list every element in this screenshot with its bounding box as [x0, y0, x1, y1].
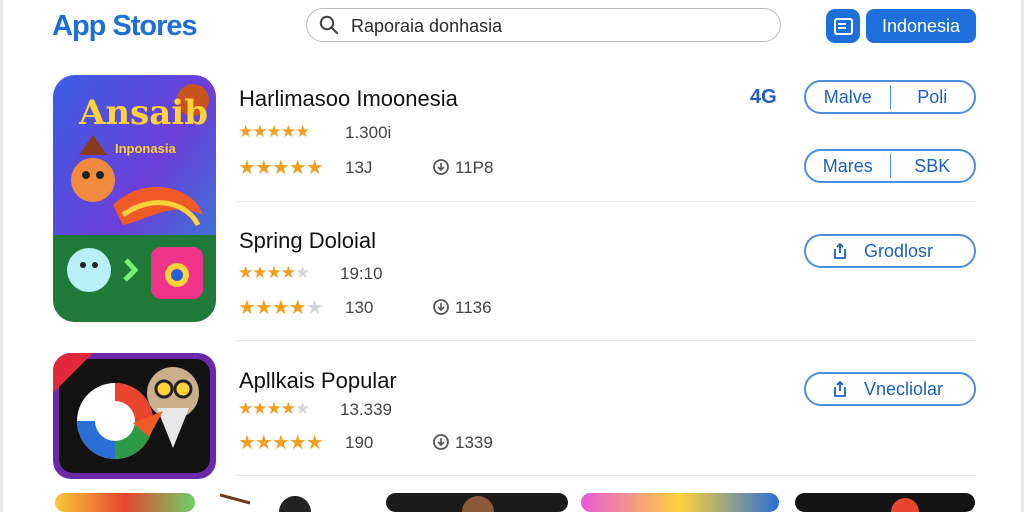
install-button[interactable]: Grodlosr [804, 234, 976, 268]
action-left[interactable]: Mares [806, 156, 890, 177]
install-button[interactable]: Vnecliolar [804, 372, 976, 406]
app-title[interactable]: Apllkais Popular [239, 368, 397, 394]
share-icon [834, 380, 846, 397]
featured-app-icon[interactable]: Ansaib Inponasia [53, 75, 216, 322]
rating-stars: ★★★★★ [238, 399, 310, 418]
rating-stars: ★★★★★ [238, 263, 310, 282]
wallet-button[interactable] [826, 9, 860, 43]
rating-stars: ★★★★★ [238, 432, 324, 454]
row-divider [236, 201, 976, 202]
app-title[interactable]: Spring Doloial [239, 228, 376, 254]
review-count: 190 [345, 433, 374, 452]
search-icon [319, 15, 339, 35]
row-divider [236, 475, 976, 476]
review-count: 13J [345, 158, 373, 177]
featured-icon-subtitle: Inponasia [115, 141, 176, 156]
network-badge: 4G [750, 86, 777, 108]
region-button[interactable]: Indonesia [866, 9, 976, 43]
split-action-button[interactable]: Mares SBK [804, 149, 976, 183]
app-tile[interactable] [219, 493, 330, 517]
install-label: Grodlosr [864, 240, 934, 261]
app-tile[interactable] [581, 493, 779, 512]
app-logo[interactable]: App Stores [52, 10, 198, 43]
install-label: Vnecliolar [864, 378, 944, 399]
rating-count: 13.339 [340, 400, 392, 419]
action-left[interactable]: Malve [806, 87, 890, 108]
app-icon[interactable] [53, 353, 216, 479]
action-right[interactable]: SBK [891, 156, 975, 177]
download-size: 11P8 [455, 158, 494, 177]
split-action-button[interactable]: Malve Poli [804, 80, 976, 114]
rating-stars: ★★★★★ [238, 297, 324, 319]
rating-count: 1.300i [345, 123, 392, 142]
rating-stars: ★★★★★ [238, 122, 310, 141]
app-title[interactable]: Harlimasoo Imoonesia [239, 86, 458, 112]
wallet-icon [834, 18, 853, 35]
app-tile[interactable] [386, 493, 568, 512]
download-size-icon [433, 434, 449, 450]
rating-count: 19:10 [340, 264, 383, 283]
share-icon [834, 242, 846, 259]
download-size-icon [433, 159, 449, 175]
review-count: 130 [345, 298, 374, 317]
app-tile[interactable] [795, 493, 975, 512]
search-value: Raporaia donhasia [351, 16, 503, 36]
search-input[interactable]: Raporaia donhasia [306, 8, 781, 42]
rating-stars: ★★★★★ [238, 157, 324, 179]
download-size-icon [433, 299, 449, 315]
action-right[interactable]: Poli [891, 87, 975, 108]
download-size: 1339 [455, 433, 493, 452]
window-frame-left [0, 0, 3, 512]
download-size: 1136 [455, 298, 492, 317]
app-tile[interactable] [55, 493, 195, 512]
row-divider [236, 340, 976, 341]
featured-icon-title: Ansaib [79, 93, 208, 133]
